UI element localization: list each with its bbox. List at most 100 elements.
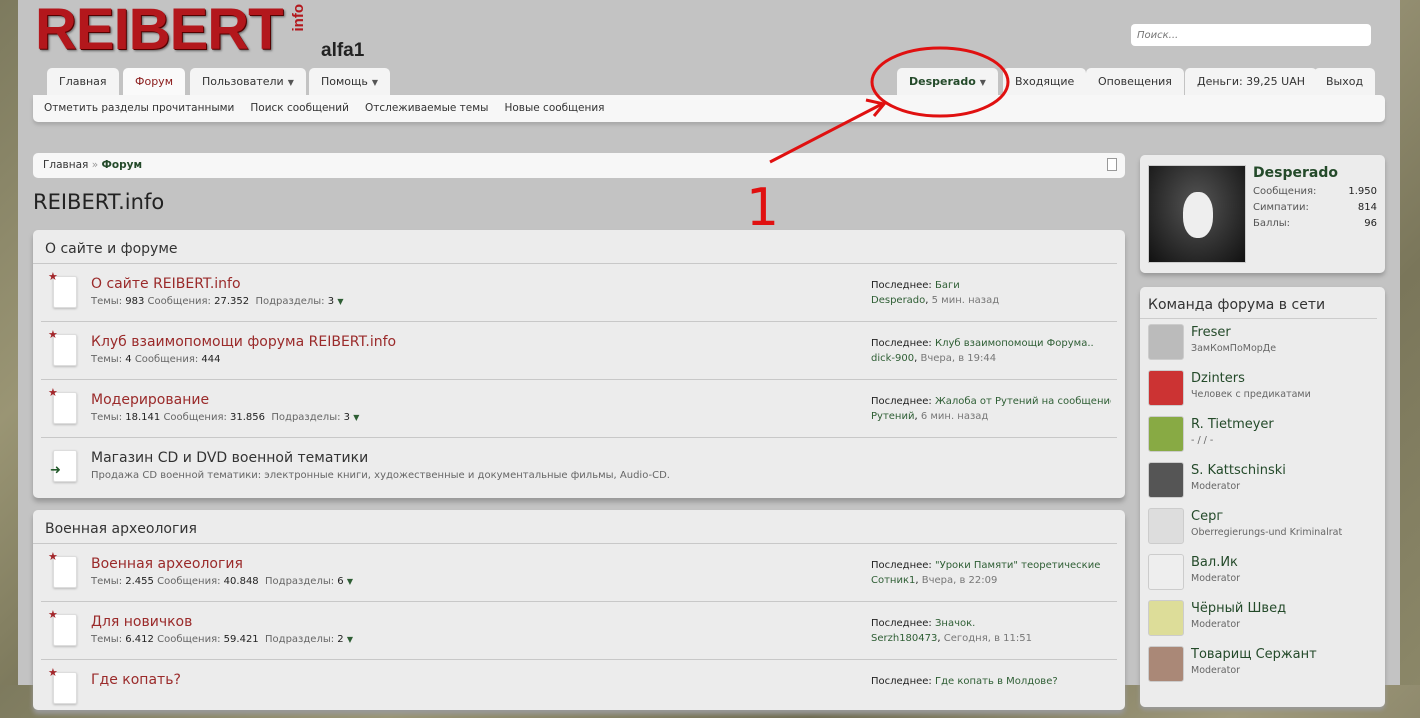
tab-label: Выход [1326, 75, 1364, 88]
last-post: Последнее: Где копать в Молдове? [871, 676, 1058, 687]
breadcrumb: Главная » Форум [33, 153, 1125, 178]
forum-title[interactable]: Магазин CD и DVD военной тематики [91, 450, 368, 466]
forum-row: ★ Модерирование Темы: 18.141 Сообщения: … [41, 380, 1117, 438]
category-block: Военная археология ★ Военная археология … [33, 510, 1125, 710]
username[interactable]: Desperado [1253, 165, 1338, 181]
forum-title[interactable]: Модерирование [91, 392, 209, 408]
last-post-title[interactable]: Где копать в Молдове? [935, 676, 1058, 687]
last-post: Последнее: Баги Desperado, 5 мин. назад [871, 278, 1111, 308]
subnav-bar: Отметить разделы прочитанными Поиск сообщ… [33, 95, 1385, 122]
tab-label: Пользователи [202, 75, 284, 88]
chevron-down-icon[interactable]: ▼ [337, 297, 343, 306]
forum-title[interactable]: Для новичков [91, 614, 192, 630]
tab-inbox[interactable]: Входящие [1003, 68, 1087, 96]
member-name[interactable]: S. Kattschinski [1191, 463, 1286, 478]
last-post-title[interactable]: Баги [935, 280, 960, 291]
member-name[interactable]: Dzinters [1191, 371, 1245, 386]
forum-stats: Темы: 2.455 Сообщения: 40.848 Подразделы… [91, 576, 354, 587]
subnav-watched-threads[interactable]: Отслеживаемые темы [365, 95, 489, 122]
last-post-title[interactable]: "Уроки Памяти" теоретические [935, 560, 1100, 571]
forum-row: ★ Где копать? Последнее: Где копать в Мо… [41, 660, 1117, 718]
member-avatar[interactable] [1148, 646, 1184, 682]
subnav-search-messages[interactable]: Поиск сообщений [250, 95, 349, 122]
forum-unread-icon: ★ [48, 270, 77, 308]
page-icon[interactable] [1107, 158, 1117, 171]
page-title: REIBERT.info [33, 190, 165, 214]
staff-member: R. Tietmeyer - / / - [1148, 411, 1385, 457]
visitor-panel: Desperado Сообщения: 1.950 Симпатии: 814 Б… [1140, 155, 1385, 273]
last-post-user[interactable]: Serzh180473 [871, 633, 937, 644]
member-avatar[interactable] [1148, 416, 1184, 452]
member-name[interactable]: R. Tietmeyer [1191, 417, 1274, 432]
last-post-user[interactable]: Сотник1 [871, 575, 915, 586]
tab-label: Desperado [909, 75, 976, 88]
chevron-down-icon[interactable]: ▼ [347, 577, 353, 586]
member-name[interactable]: Freser [1191, 325, 1231, 340]
last-post-time: 5 мин. назад [931, 295, 1000, 306]
member-avatar[interactable] [1148, 462, 1184, 498]
member-title: - / / - [1191, 435, 1214, 446]
avatar[interactable] [1148, 165, 1246, 263]
star-icon: ★ [48, 270, 58, 283]
tab-label: Оповещения [1098, 75, 1172, 88]
last-post-title[interactable]: Значок. [935, 618, 975, 629]
subnav-mark-read[interactable]: Отметить разделы прочитанными [44, 95, 234, 122]
forum-unread-icon: ★ [48, 328, 77, 366]
forum-description: Продажа CD военной тематики: электронные… [91, 470, 670, 481]
subnav-new-messages[interactable]: Новые сообщения [504, 95, 604, 122]
category-title[interactable]: О сайте и форуме [33, 230, 1117, 264]
member-name[interactable]: Вал.Ик [1191, 555, 1238, 570]
chevron-down-icon: ▼ [979, 78, 986, 87]
last-post-user[interactable]: Desperado [871, 295, 925, 306]
forum-row: ★ Военная археология Темы: 2.455 Сообщен… [41, 544, 1117, 602]
tab-money[interactable]: Деньги: 39,25 UAH [1185, 68, 1318, 96]
chevron-down-icon[interactable]: ▼ [353, 413, 359, 422]
staff-member: Чёрный Швед Moderator [1148, 595, 1385, 641]
site-logo[interactable]: REIBERT [35, 0, 284, 63]
chevron-down-icon[interactable]: ▼ [347, 635, 353, 644]
tab-logout[interactable]: Выход [1314, 68, 1376, 96]
tab-help[interactable]: Помощь ▼ [309, 68, 391, 96]
member-name[interactable]: Товарищ Сержант [1191, 647, 1317, 662]
last-post: Последнее: Значок. Serzh180473, Сегодня, … [871, 616, 1111, 646]
member-avatar[interactable] [1148, 508, 1184, 544]
last-post-title[interactable]: Клуб взаимопомощи Форума.. [935, 338, 1094, 349]
member-avatar[interactable] [1148, 370, 1184, 406]
tab-alerts[interactable]: Оповещения [1086, 68, 1184, 96]
last-post-user[interactable]: dick-900 [871, 353, 914, 364]
member-name[interactable]: Серг [1191, 509, 1223, 524]
search-input[interactable] [1131, 24, 1371, 46]
last-post-user[interactable]: Рутений [871, 411, 914, 422]
staff-member: Товарищ Сержант Moderator [1148, 641, 1385, 687]
arrow-right-icon: ➜ [50, 463, 61, 478]
forum-stats: Темы: 6.412 Сообщения: 59.421 Подразделы… [91, 634, 354, 645]
tab-home[interactable]: Главная [47, 68, 119, 96]
member-title: Moderator [1191, 573, 1241, 584]
tab-user-menu[interactable]: Desperado ▼ [897, 68, 998, 96]
last-post-time: Вчера, в 22:09 [921, 575, 998, 586]
stat-likes: Симпатии: 814 [1253, 202, 1377, 213]
breadcrumb-current[interactable]: Форум [101, 159, 142, 171]
category-title[interactable]: Военная археология [33, 510, 1117, 544]
tab-users[interactable]: Пользователи ▼ [190, 68, 306, 96]
forum-title[interactable]: Военная археология [91, 556, 243, 572]
forum-title[interactable]: Клуб взаимопомощи форума REIBERT.info [91, 334, 396, 350]
site-logo-suffix: info [290, 4, 307, 32]
forum-unread-icon: ★ [48, 550, 77, 588]
stat-messages: Сообщения: 1.950 [1253, 186, 1377, 197]
forum-stats: Темы: 18.141 Сообщения: 31.856 Подраздел… [91, 412, 360, 423]
stat-points: Баллы: 96 [1253, 218, 1377, 229]
member-avatar[interactable] [1148, 324, 1184, 360]
star-icon: ★ [48, 608, 58, 621]
member-name[interactable]: Чёрный Швед [1191, 601, 1286, 616]
last-post-title[interactable]: Жалоба от Рутений на сообщение [935, 396, 1111, 407]
mask-image [1183, 192, 1213, 238]
category-block: О сайте и форуме ★ О сайте REIBERT.info … [33, 230, 1125, 498]
member-avatar[interactable] [1148, 600, 1184, 636]
forum-title[interactable]: Где копать? [91, 672, 181, 688]
tab-forum[interactable]: Форум [123, 68, 185, 96]
forum-title[interactable]: О сайте REIBERT.info [91, 276, 241, 292]
member-avatar[interactable] [1148, 554, 1184, 590]
breadcrumb-home[interactable]: Главная [43, 159, 88, 171]
last-post: Последнее: "Уроки Памяти" теоретические С… [871, 558, 1111, 588]
